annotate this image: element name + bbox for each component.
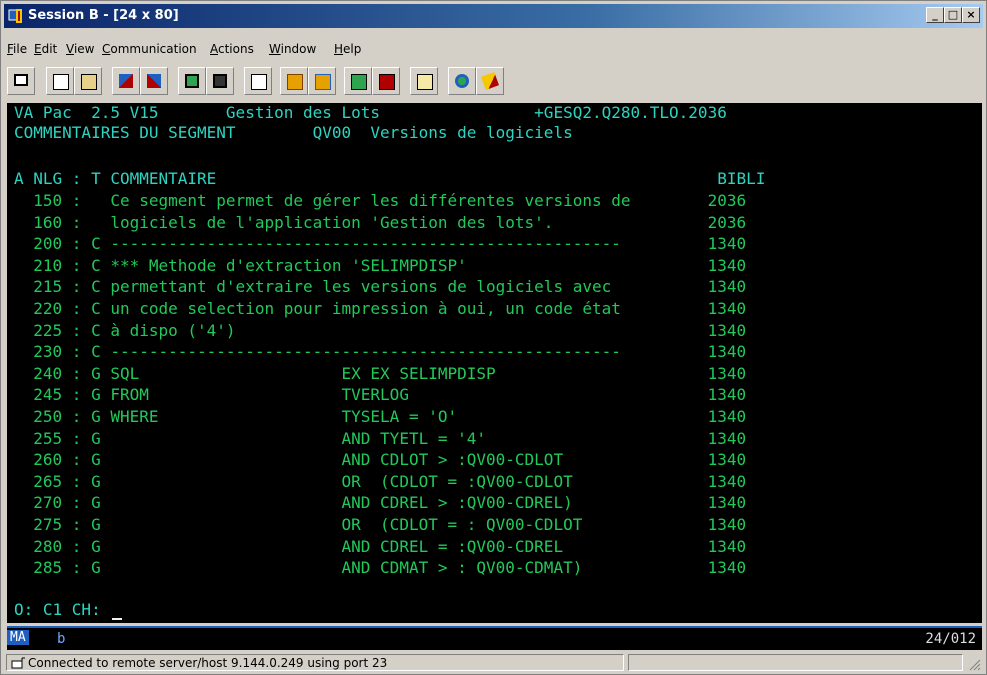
record-icon: [287, 74, 303, 90]
menu-file[interactable]: File: [7, 42, 27, 56]
screen-button[interactable]: [178, 67, 206, 95]
copy-button[interactable]: [46, 67, 74, 95]
terminal-line: 210 : C *** Methode d'extraction 'SELIMP…: [14, 256, 747, 275]
connection-status-text: Connected to remote server/host 9.144.0.…: [28, 656, 388, 670]
terminal-line: COMMENTAIRES DU SEGMENT QV00 Versions de…: [14, 123, 573, 142]
session-indicator: b: [57, 631, 66, 647]
stop-button[interactable]: [372, 67, 400, 95]
terminal-line: 150 : Ce segment permet de gérer les dif…: [14, 191, 747, 210]
menu-window[interactable]: Window: [269, 42, 316, 56]
copy-icon: [53, 74, 69, 90]
terminal-line: 270 : G AND CDREL > :QV00-CDREL) 1340: [14, 493, 747, 512]
maximize-button[interactable]: □: [944, 7, 962, 23]
menu-edit[interactable]: Edit: [34, 42, 57, 56]
terminal-line: 250 : G WHERE TYSELA = 'O' 1340: [14, 407, 747, 426]
status-bar: Connected to remote server/host 9.144.0.…: [4, 652, 983, 673]
send-icon: [119, 74, 133, 88]
send-button[interactable]: [112, 67, 140, 95]
menu-help[interactable]: Help: [334, 42, 361, 56]
menu-communication[interactable]: Communication: [102, 42, 197, 56]
toolbar: [4, 63, 983, 101]
monitor-button[interactable]: [7, 67, 35, 95]
stop-icon: [379, 74, 395, 90]
paste-button[interactable]: [74, 67, 102, 95]
screen-alt-button[interactable]: [206, 67, 234, 95]
operator-info-area: MA b 24/012: [7, 626, 982, 650]
monitor-icon: [14, 74, 28, 86]
run-button[interactable]: [344, 67, 372, 95]
terminal-line: 285 : G AND CDMAT > : QV00-CDMAT) 1340: [14, 558, 747, 577]
terminal-line: 265 : G OR (CDLOT = :QV00-CDLOT 1340: [14, 472, 747, 491]
terminal-line: 220 : C un code selection pour impressio…: [14, 299, 747, 318]
resize-grip-icon[interactable]: [965, 655, 981, 671]
minimize-button[interactable]: _: [926, 7, 944, 23]
clipboard-icon: [417, 74, 433, 90]
playback-button[interactable]: [308, 67, 336, 95]
macro-icon: [251, 74, 267, 90]
terminal-line: 215 : C permettant d'extraire les versio…: [14, 277, 747, 296]
globe-icon: [455, 74, 469, 88]
terminal-line: 240 : G SQL EX EX SELIMPDISP 1340: [14, 364, 747, 383]
macro-button[interactable]: [244, 67, 272, 95]
terminal-line: 200 : C --------------------------------…: [14, 234, 747, 253]
terminal-line: 275 : G OR (CDLOT = : QV00-CDLOT 1340: [14, 515, 747, 534]
screen-icon: [185, 74, 199, 88]
terminal-line: 260 : G AND CDLOT > :QV00-CDLOT 1340: [14, 450, 747, 469]
clipboard-button[interactable]: [410, 67, 438, 95]
playback-icon: [315, 74, 331, 90]
record-button[interactable]: [280, 67, 308, 95]
close-button[interactable]: ×: [962, 7, 980, 23]
text-cursor: [112, 604, 123, 620]
terminal-line: 225 : C à dispo ('4') 1340: [14, 321, 747, 340]
session-app-icon: [8, 9, 22, 23]
menu-view[interactable]: View: [66, 42, 94, 56]
menu-actions[interactable]: Actions: [210, 42, 254, 56]
run-icon: [351, 74, 367, 90]
emulator-window: Session B - [24 x 80] _ □ × File Edit Vi…: [0, 0, 987, 675]
window-title: Session B - [24 x 80]: [28, 8, 179, 23]
receive-icon: [147, 74, 161, 88]
command-line[interactable]: O: C1 CH:: [14, 600, 123, 620]
terminal-line: 160 : logiciels de l'application 'Gestio…: [14, 213, 747, 232]
receive-button[interactable]: [140, 67, 168, 95]
network-connection-icon: [11, 657, 25, 669]
pencil-button[interactable]: [476, 67, 504, 95]
paste-icon: [81, 74, 97, 90]
terminal-line: 245 : G FROM TVERLOG 1340: [14, 385, 747, 404]
globe-button[interactable]: [448, 67, 476, 95]
terminal-line: 280 : G AND CDREL = :QV00-CDREL 1340: [14, 537, 747, 556]
mode-indicator: MA: [7, 630, 29, 645]
terminal-line: A NLG : T COMMENTAIRE BIBLI: [14, 169, 766, 188]
terminal-line: VA Pac 2.5 V15 Gestion des Lots +GESQ2.Q…: [14, 103, 727, 122]
command-prompt: O: C1 CH:: [14, 600, 111, 619]
title-bar[interactable]: Session B - [24 x 80] _ □ ×: [4, 4, 983, 28]
terminal-screen[interactable]: VA Pac 2.5 V15 Gestion des Lots +GESQ2.Q…: [7, 103, 982, 623]
screen-alt-icon: [213, 74, 227, 88]
pencil-icon: [481, 72, 499, 90]
terminal-line: 230 : C --------------------------------…: [14, 342, 747, 361]
status-cell-secondary: [628, 654, 963, 671]
terminal-line: 255 : G AND TYETL = '4' 1340: [14, 429, 747, 448]
cursor-position: 24/012: [925, 631, 976, 647]
